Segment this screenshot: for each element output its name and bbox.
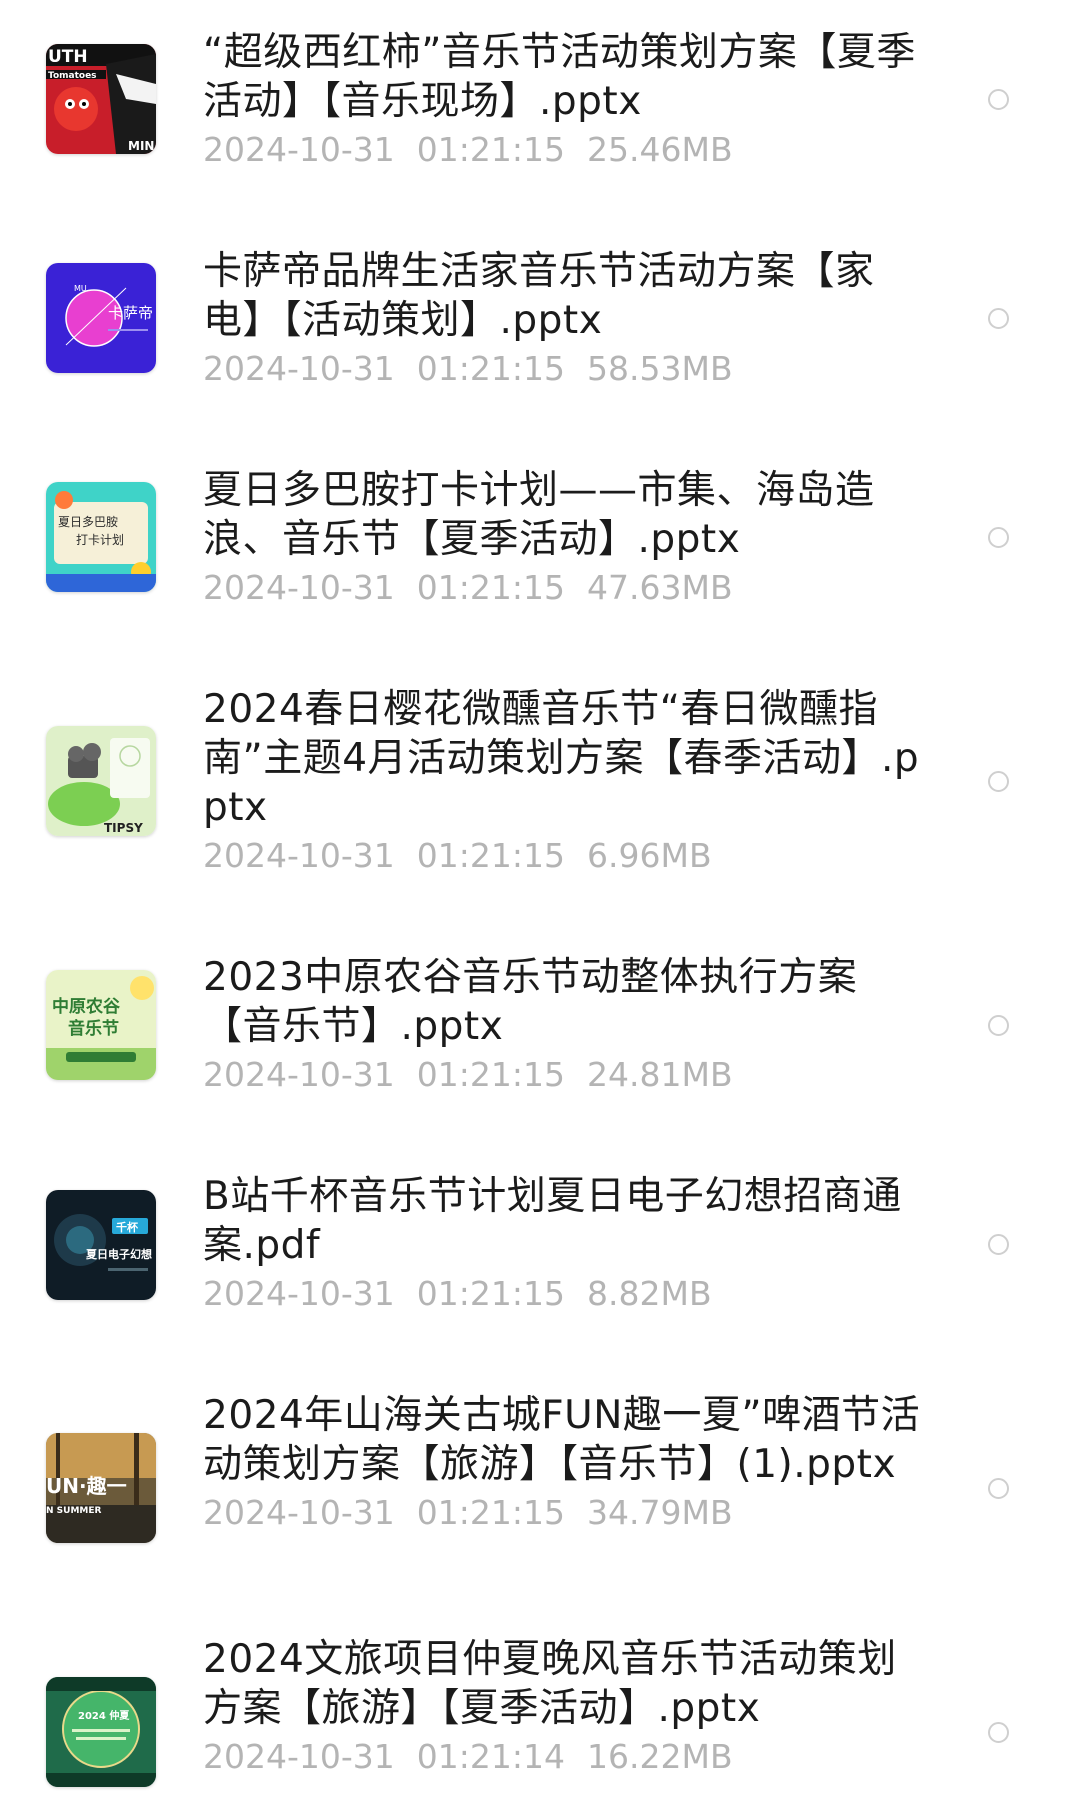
- select-radio[interactable]: [988, 89, 1009, 110]
- file-meta: 2024-10-31 01:21:15 8.82MB: [203, 1272, 923, 1316]
- file-size: 47.63MB: [587, 568, 733, 607]
- thumb-text: 夏日电子幻想: [86, 1247, 152, 1261]
- file-name: 2024文旅项目仲夏晚风音乐节活动策划方案【旅游】【夏季活动】.pptx: [203, 1637, 897, 1731]
- summer-dopamine-thumbnail: 夏日多巴胺 打卡计划: [46, 482, 156, 592]
- thumb-text: 打卡计划: [76, 533, 124, 547]
- file-meta: 2024-10-31 01:21:15 24.81MB: [203, 1053, 923, 1097]
- file-time: 01:21:15: [416, 836, 565, 875]
- thumb-text: 夏日多巴胺: [58, 515, 118, 529]
- file-meta: 2024-10-31 01:21:15 25.46MB: [203, 128, 923, 172]
- file-info: 2024文旅项目仲夏晚风音乐节活动策划方案【旅游】【夏季活动】.pptx 202…: [203, 1635, 923, 1779]
- thumb-text: 中原农谷: [52, 996, 121, 1017]
- file-date: 2024-10-31: [203, 1493, 395, 1532]
- thumb-text: UTH: [48, 47, 88, 67]
- file-size: 25.46MB: [587, 130, 733, 169]
- file-info: 卡萨帝品牌生活家音乐节活动方案【家电】【活动策划】.pptx 2024-10-3…: [203, 247, 923, 391]
- file-date: 2024-10-31: [203, 836, 395, 875]
- thumb-text: N SUMMER: [46, 1506, 102, 1516]
- file-info: 2023中原农谷音乐节动整体执行方案【音乐节】.pptx 2024-10-31 0…: [203, 953, 923, 1097]
- file-name: 夏日多巴胺打卡计划——市集、海岛造浪、音乐节【夏季活动】.pptx: [203, 468, 875, 562]
- file-name: 2024春日樱花微醺音乐节“春日微醺指南”主题4月活动策划方案【春季活动】.pp…: [203, 687, 920, 830]
- file-date: 2024-10-31: [203, 1274, 395, 1313]
- file-meta: 2024-10-31 01:21:15 47.63MB: [203, 566, 923, 610]
- file-info: “超级西红柿”音乐节活动策划方案【夏季活动】【音乐现场】.pptx 2024-1…: [203, 28, 923, 172]
- file-date: 2024-10-31: [203, 1737, 395, 1776]
- file-list: UTH Tomatoes MIN “超级西红柿”音乐节活动策划方案【夏季活动】【…: [0, 0, 1080, 1818]
- spring-tipsy-thumbnail: TIPSY: [46, 726, 156, 836]
- select-radio[interactable]: [988, 308, 1009, 329]
- file-name: “超级西红柿”音乐节活动策划方案【夏季活动】【音乐现场】.pptx: [203, 30, 916, 124]
- thumb-text: MU: [74, 284, 87, 293]
- file-time: 01:21:15: [416, 1493, 565, 1532]
- file-date: 2024-10-31: [203, 349, 395, 388]
- select-radio[interactable]: [988, 1234, 1009, 1255]
- file-size: 34.79MB: [587, 1493, 733, 1532]
- file-name: 2023中原农谷音乐节动整体执行方案【音乐节】.pptx: [203, 955, 858, 1049]
- file-time: 01:21:15: [416, 568, 565, 607]
- file-meta: 2024-10-31 01:21:15 58.53MB: [203, 347, 923, 391]
- select-radio[interactable]: [988, 1478, 1009, 1499]
- file-size: 24.81MB: [587, 1055, 733, 1094]
- thumb-text: Tomatoes: [48, 71, 97, 81]
- file-meta: 2024-10-31 01:21:15 34.79MB: [203, 1491, 923, 1535]
- file-name: B站千杯音乐节计划夏日电子幻想招商通案.pdf: [203, 1174, 902, 1268]
- tomato-festival-thumbnail: UTH Tomatoes MIN: [46, 44, 156, 154]
- file-date: 2024-10-31: [203, 130, 395, 169]
- select-radio[interactable]: [988, 527, 1009, 548]
- casarte-thumbnail: MU 卡萨帝: [46, 263, 156, 373]
- thumb-text: UN·趣一: [46, 1474, 127, 1498]
- bilibili-festival-thumbnail: 千杯 夏日电子幻想: [46, 1190, 156, 1300]
- file-time: 01:21:14: [416, 1737, 565, 1776]
- select-radio[interactable]: [988, 771, 1009, 792]
- file-info: 2024春日樱花微醺音乐节“春日微醺指南”主题4月活动策划方案【春季活动】.pp…: [203, 685, 923, 878]
- midsummer-breeze-thumbnail: 2024 仲夏: [46, 1677, 156, 1787]
- file-name: 卡萨帝品牌生活家音乐节活动方案【家电】【活动策划】.pptx: [203, 249, 875, 343]
- file-info: 夏日多巴胺打卡计划——市集、海岛造浪、音乐节【夏季活动】.pptx 2024-1…: [203, 466, 923, 610]
- thumb-text: 2024 仲夏: [78, 1709, 130, 1722]
- file-size: 8.82MB: [587, 1274, 712, 1313]
- file-size: 6.96MB: [587, 836, 712, 875]
- file-date: 2024-10-31: [203, 1055, 395, 1094]
- file-meta: 2024-10-31 01:21:15 6.96MB: [203, 834, 923, 878]
- thumb-text: 卡萨帝: [108, 304, 153, 322]
- file-size: 16.22MB: [587, 1737, 733, 1776]
- file-time: 01:21:15: [416, 1055, 565, 1094]
- file-time: 01:21:15: [416, 349, 565, 388]
- file-date: 2024-10-31: [203, 568, 395, 607]
- file-meta: 2024-10-31 01:21:14 16.22MB: [203, 1735, 923, 1779]
- select-radio[interactable]: [988, 1722, 1009, 1743]
- fun-summer-thumbnail: UN·趣一 N SUMMER: [46, 1433, 156, 1543]
- thumb-text: 千杯: [116, 1220, 139, 1234]
- thumb-text: 音乐节: [68, 1018, 119, 1039]
- thumb-text: TIPSY: [104, 821, 143, 835]
- file-info: B站千杯音乐节计划夏日电子幻想招商通案.pdf 2024-10-31 01:21:…: [203, 1172, 923, 1316]
- thumb-text: MIN: [128, 139, 154, 153]
- file-name: 2024年山海关古城FUN趣一夏”啤酒节活动策划方案【旅游】【音乐节】(1).p…: [203, 1393, 921, 1487]
- select-radio[interactable]: [988, 1015, 1009, 1036]
- file-info: 2024年山海关古城FUN趣一夏”啤酒节活动策划方案【旅游】【音乐节】(1).p…: [203, 1391, 923, 1535]
- file-time: 01:21:15: [416, 130, 565, 169]
- file-time: 01:21:15: [416, 1274, 565, 1313]
- zhongyuan-music-thumbnail: 中原农谷 音乐节: [46, 970, 156, 1080]
- file-size: 58.53MB: [587, 349, 733, 388]
